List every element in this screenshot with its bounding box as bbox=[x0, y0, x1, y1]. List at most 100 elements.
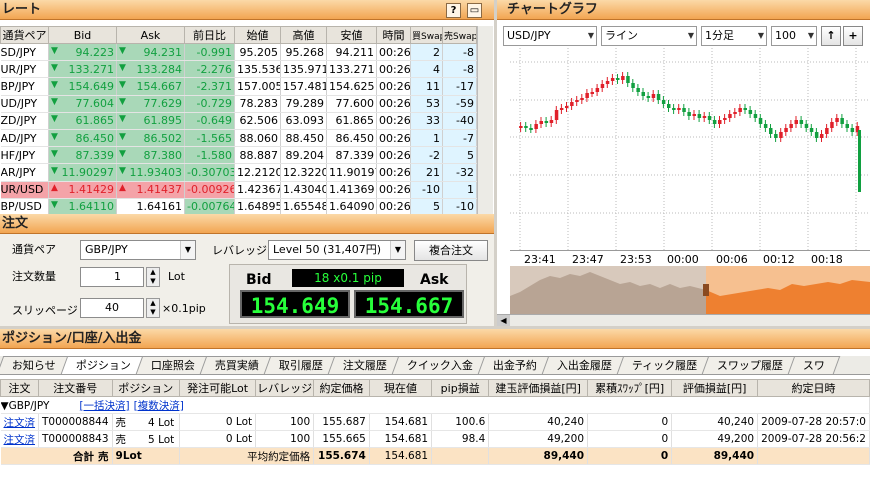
ask-price-button[interactable]: 154.667 bbox=[354, 290, 464, 318]
rate-cell-bid[interactable]: ▼ 94.223 bbox=[48, 43, 117, 62]
bulk-settle-link[interactable]: [一括決済] bbox=[79, 400, 129, 412]
chevron-down-icon: ▼ bbox=[587, 31, 594, 40]
rate-cell-bid[interactable]: ▼ 133.271 bbox=[48, 60, 117, 79]
rate-column-header[interactable]: 通貨ペア bbox=[0, 26, 49, 44]
tab-position-3[interactable]: 売買実績 bbox=[199, 356, 275, 374]
rate-cell-bid[interactable]: ▼ 87.339 bbox=[48, 146, 117, 165]
slippage-input[interactable]: 40 bbox=[80, 298, 144, 318]
chart-count-select[interactable]: 100 ▼ bbox=[771, 26, 817, 46]
rate-row[interactable]: BP/USD ▼ 1.64110 1.64161 -0.00764 1.64895 1.65… bbox=[0, 198, 477, 216]
rate-row[interactable]: ZD/JPY ▼ 61.865 ▼ 61.895 -0.649 62.506 63.093 61… bbox=[0, 112, 477, 130]
rate-cell-pair: AD/JPY bbox=[0, 129, 49, 148]
high-value: 95.268 bbox=[285, 45, 325, 59]
current-value: 154.681 bbox=[384, 433, 429, 445]
maximize-icon[interactable]: ▭ bbox=[467, 3, 482, 18]
rate-row[interactable]: UR/JPY ▼ 133.271 ▼ 133.284 -2.276 135.536 135.9… bbox=[0, 60, 477, 79]
rate-cell-bid[interactable]: ▼ 11.90297 bbox=[48, 163, 117, 182]
rate-column-header[interactable]: 買Swap bbox=[410, 26, 443, 44]
position-cell-action[interactable]: 注文済 bbox=[0, 413, 39, 431]
position-column-header[interactable]: 累積ｽﾜｯﾌﾟ[円] bbox=[587, 379, 673, 397]
tab-position-7[interactable]: 出金予約 bbox=[477, 356, 553, 374]
rate-cell-ask[interactable]: ▼ 154.667 bbox=[116, 77, 185, 96]
group-label[interactable]: ▼GBP/JPY bbox=[1, 400, 50, 412]
zoom-in-button[interactable]: + bbox=[843, 26, 863, 46]
tab-position-11[interactable]: スワ bbox=[787, 356, 841, 374]
chart-hscrollbar[interactable]: ◀ bbox=[497, 314, 870, 326]
bid-price-button[interactable]: 154.649 bbox=[240, 290, 350, 318]
rate-cell-ask[interactable]: ▼ 86.502 bbox=[116, 129, 185, 148]
tab-position-9[interactable]: ティック履歴 bbox=[616, 356, 713, 374]
rate-cell-ask[interactable]: ▲ 1.41437 bbox=[116, 181, 185, 199]
rate-cell-bid[interactable]: ▼ 154.649 bbox=[48, 77, 117, 96]
position-column-header[interactable]: レバレッジ bbox=[255, 379, 315, 397]
tab-position-5[interactable]: 注文履歴 bbox=[327, 356, 403, 374]
rate-cell-ask[interactable]: ▼ 94.231 bbox=[116, 43, 185, 62]
chart-pair-select[interactable]: USD/JPY ▼ bbox=[503, 26, 597, 46]
position-column-header[interactable]: 注文番号 bbox=[38, 379, 113, 397]
position-column-header[interactable]: 注文 bbox=[0, 379, 39, 397]
tab-position-1[interactable]: ポジション bbox=[60, 356, 147, 374]
slippage-stepper[interactable]: ▲ ▼ bbox=[146, 298, 160, 318]
rate-cell-ask[interactable]: 1.64161 bbox=[116, 198, 185, 216]
rate-cell-change: -0.00926 bbox=[184, 181, 235, 199]
rate-row[interactable]: SD/JPY ▼ 94.223 ▼ 94.231 -0.991 95.205 95.268 94… bbox=[0, 43, 477, 62]
position-column-header[interactable]: 建玉評価損益[円] bbox=[488, 379, 589, 397]
scroll-left-icon[interactable]: ◀ bbox=[497, 315, 510, 326]
rate-cell-bid[interactable]: ▼ 1.64110 bbox=[48, 198, 117, 216]
position-column-header[interactable]: 評価損益[円] bbox=[671, 379, 759, 397]
buy_swap-value: 21 bbox=[426, 165, 440, 179]
rate-cell-bid[interactable]: ▼ 61.865 bbox=[48, 112, 117, 130]
rate-column-header[interactable]: 売Swap bbox=[442, 26, 477, 44]
position-column-header[interactable]: pip損益 bbox=[431, 379, 490, 397]
rate-row[interactable]: UR/USD ▲ 1.41429 ▲ 1.41437 -0.00926 1.42367 1.4… bbox=[0, 181, 477, 199]
chart-period-select[interactable]: 1分足 ▼ bbox=[701, 26, 767, 46]
tab-position-2[interactable]: 口座照会 bbox=[135, 356, 211, 374]
rate-row[interactable]: AD/JPY ▼ 86.450 ▼ 86.502 -1.565 88.060 88.450 86… bbox=[0, 129, 477, 148]
position-column-header[interactable]: ポジション bbox=[111, 379, 181, 397]
rate-column-header[interactable]: 安値 bbox=[326, 26, 377, 44]
tab-position-8[interactable]: 入出金履歴 bbox=[541, 356, 628, 374]
rate-column-header[interactable]: 高値 bbox=[280, 26, 327, 44]
chart-navigator[interactable] bbox=[510, 266, 870, 314]
rate-cell-bid[interactable]: ▼ 77.604 bbox=[48, 95, 117, 113]
tab-position-4[interactable]: 取引履歴 bbox=[263, 356, 339, 374]
rate-cell-ask[interactable]: ▼ 11.93403 bbox=[116, 163, 185, 182]
compound-order-button[interactable]: 複合注文 bbox=[414, 240, 488, 261]
qty-input[interactable]: 1 bbox=[80, 267, 144, 287]
rate-row[interactable]: BP/JPY ▼ 154.649 ▼ 154.667 -2.371 157.005 157.4… bbox=[0, 77, 477, 96]
rate-row[interactable]: HF/JPY ▼ 87.339 ▼ 87.380 -1.580 88.887 89.204 87… bbox=[0, 146, 477, 165]
qty-stepper[interactable]: ▲ ▼ bbox=[146, 267, 160, 287]
order-pair-select[interactable]: GBP/JPY ▼ bbox=[80, 240, 196, 260]
rate-cell-sell_swap: -32 bbox=[442, 163, 477, 182]
tab-position-6[interactable]: クイック入金 bbox=[391, 356, 489, 374]
rate-column-header[interactable]: Bid bbox=[48, 26, 117, 44]
tab-position-10[interactable]: スワップ履歴 bbox=[701, 356, 799, 374]
rate-column-header[interactable]: 時間 bbox=[376, 26, 411, 44]
rate-cell-open: 62.506 bbox=[234, 112, 281, 130]
rate-column-header[interactable]: 前日比 bbox=[184, 26, 235, 44]
rate-cell-ask[interactable]: ▼ 87.380 bbox=[116, 146, 185, 165]
position-column-header[interactable]: 約定日時 bbox=[757, 379, 870, 397]
help-button[interactable]: ? bbox=[446, 3, 461, 18]
rate-cell-bid[interactable]: ▼ 86.450 bbox=[48, 129, 117, 148]
rate-cell-ask[interactable]: ▼ 61.895 bbox=[116, 112, 185, 130]
position-cell-action[interactable]: 注文済 bbox=[0, 430, 39, 448]
rate-cell-ask[interactable]: ▼ 133.284 bbox=[116, 60, 185, 79]
rate-row[interactable]: AR/JPY▼11.90297▼11.93403-0.3070312.21200… bbox=[0, 163, 477, 182]
rate-column-header[interactable]: Ask bbox=[116, 26, 185, 44]
rate-cell-bid[interactable]: ▲ 1.41429 bbox=[48, 181, 117, 199]
chart-type-select[interactable]: ライン ▼ bbox=[601, 26, 697, 46]
position-column-header[interactable]: 約定価格 bbox=[313, 379, 370, 397]
position-column-header[interactable]: 現在値 bbox=[368, 379, 433, 397]
rate-column-header[interactable]: 始値 bbox=[234, 26, 281, 44]
rate-cell-ask[interactable]: ▼ 77.629 bbox=[116, 95, 185, 113]
change-value: -0.30703 bbox=[187, 165, 235, 179]
position-row[interactable]: 注文済 T000008844 売 4 Lot 0 Lot 100 155.687 154.68… bbox=[0, 413, 870, 431]
multi-settle-link[interactable]: [複数決済] bbox=[134, 400, 184, 412]
leverage-select[interactable]: Level 50 (31,407円) ▼ bbox=[268, 240, 406, 260]
rate-row[interactable]: UD/JPY ▼ 77.604 ▼ 77.629 -0.729 78.283 79.289 77… bbox=[0, 95, 477, 113]
arrow-up-icon[interactable]: ↑ bbox=[821, 26, 841, 46]
position-column-header[interactable]: 発注可能Lot bbox=[178, 379, 257, 397]
rate-table-scrollbar[interactable] bbox=[477, 26, 493, 214]
position-row[interactable]: 注文済 T000008843 売 5 Lot 0 Lot 100 155.665 154.68… bbox=[0, 430, 870, 448]
